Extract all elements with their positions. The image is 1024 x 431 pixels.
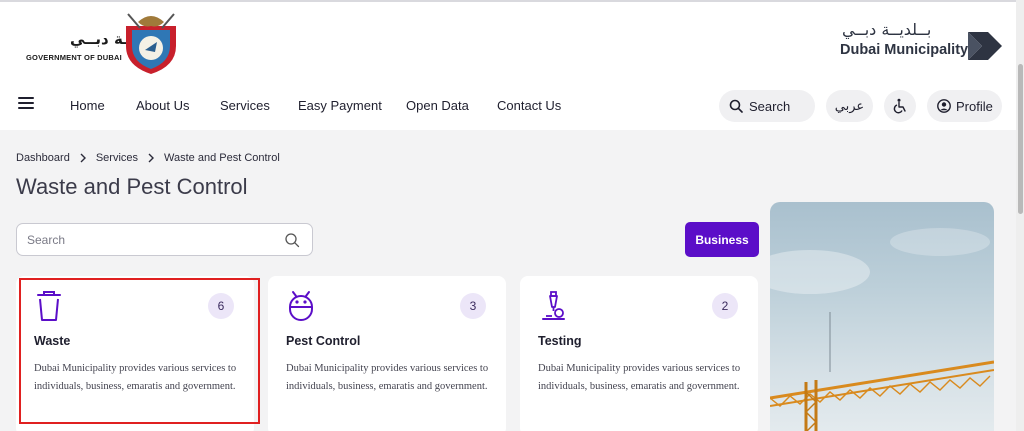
chevron-right-icon	[148, 153, 155, 163]
nav-link-easy-payment[interactable]: Easy Payment	[298, 98, 382, 113]
hero-image	[770, 202, 994, 431]
user-avatar-icon	[937, 99, 951, 113]
nav-link-open-data[interactable]: Open Data	[406, 98, 469, 113]
card-title: Waste	[34, 334, 71, 348]
nav-search-button[interactable]: Search	[719, 90, 815, 122]
main-navigation: Home About Us Services Easy Payment Open…	[0, 82, 1024, 130]
accessibility-button[interactable]	[884, 90, 916, 122]
gov-logo-english: GOVERNMENT OF DUBAI	[26, 53, 122, 62]
card-description: Dubai Municipality provides various serv…	[538, 363, 741, 392]
dubai-emblem-icon	[126, 13, 176, 74]
card-count-badge: 3	[460, 293, 486, 319]
business-filter-button[interactable]: Business	[685, 222, 759, 257]
card-count-badge: 2	[712, 293, 738, 319]
card-title: Pest Control	[286, 334, 361, 348]
dubai-municipality-logo[interactable]: بــلديــة دبــي Dubai Municipality	[836, 20, 1006, 66]
construction-crane-illustration	[770, 228, 994, 431]
bug-icon	[289, 291, 313, 321]
dm-arrow-mark-icon	[968, 32, 1002, 60]
nav-link-contact-us[interactable]: Contact Us	[497, 98, 561, 113]
trash-bin-icon	[37, 291, 61, 321]
breadcrumb: Dashboard Services Waste and Pest Contro…	[16, 152, 280, 164]
nav-link-home[interactable]: Home	[70, 98, 105, 113]
government-of-dubai-logo[interactable]: حكومـة دبــي GOVERNMENT OF DUBAI	[22, 12, 182, 76]
services-search-input[interactable]	[27, 231, 277, 249]
breadcrumb-services[interactable]: Services	[96, 152, 138, 164]
site-header: حكومـة دبــي GOVERNMENT OF DUBAI بــلديـ…	[0, 0, 1024, 82]
card-description: Dubai Municipality provides various serv…	[286, 363, 489, 392]
breadcrumb-current: Waste and Pest Control	[164, 152, 280, 164]
microscope-icon	[542, 291, 565, 320]
dm-logo-english: Dubai Municipality	[840, 42, 969, 58]
service-card-waste[interactable]: 6 Waste Dubai Municipality provides vari…	[16, 276, 254, 431]
wheelchair-icon	[893, 98, 906, 114]
breadcrumb-dashboard[interactable]: Dashboard	[16, 152, 70, 164]
card-count-badge: 6	[208, 293, 234, 319]
hamburger-icon[interactable]	[18, 97, 34, 111]
page-title: Waste and Pest Control	[16, 174, 248, 199]
nav-link-about-us[interactable]: About Us	[136, 98, 189, 113]
nav-search-label: Search	[749, 98, 791, 114]
chevron-right-icon	[80, 153, 86, 163]
search-icon	[729, 99, 743, 113]
profile-button[interactable]: Profile	[927, 90, 1002, 122]
profile-label: Profile	[956, 98, 993, 114]
service-card-testing[interactable]: 2 Testing Dubai Municipality provides va…	[520, 276, 758, 431]
nav-link-services[interactable]: Services	[220, 98, 270, 113]
scrollbar-thumb[interactable]	[1018, 64, 1023, 214]
language-toggle-button[interactable]: عربي	[826, 90, 873, 122]
card-description: Dubai Municipality provides various serv…	[34, 363, 237, 392]
services-search-box	[16, 223, 313, 256]
search-icon[interactable]	[284, 232, 300, 248]
dm-logo-arabic: بــلديــة دبــي	[842, 20, 932, 39]
card-title: Testing	[538, 334, 582, 348]
service-card-pest-control[interactable]: 3 Pest Control Dubai Municipality provid…	[268, 276, 506, 431]
